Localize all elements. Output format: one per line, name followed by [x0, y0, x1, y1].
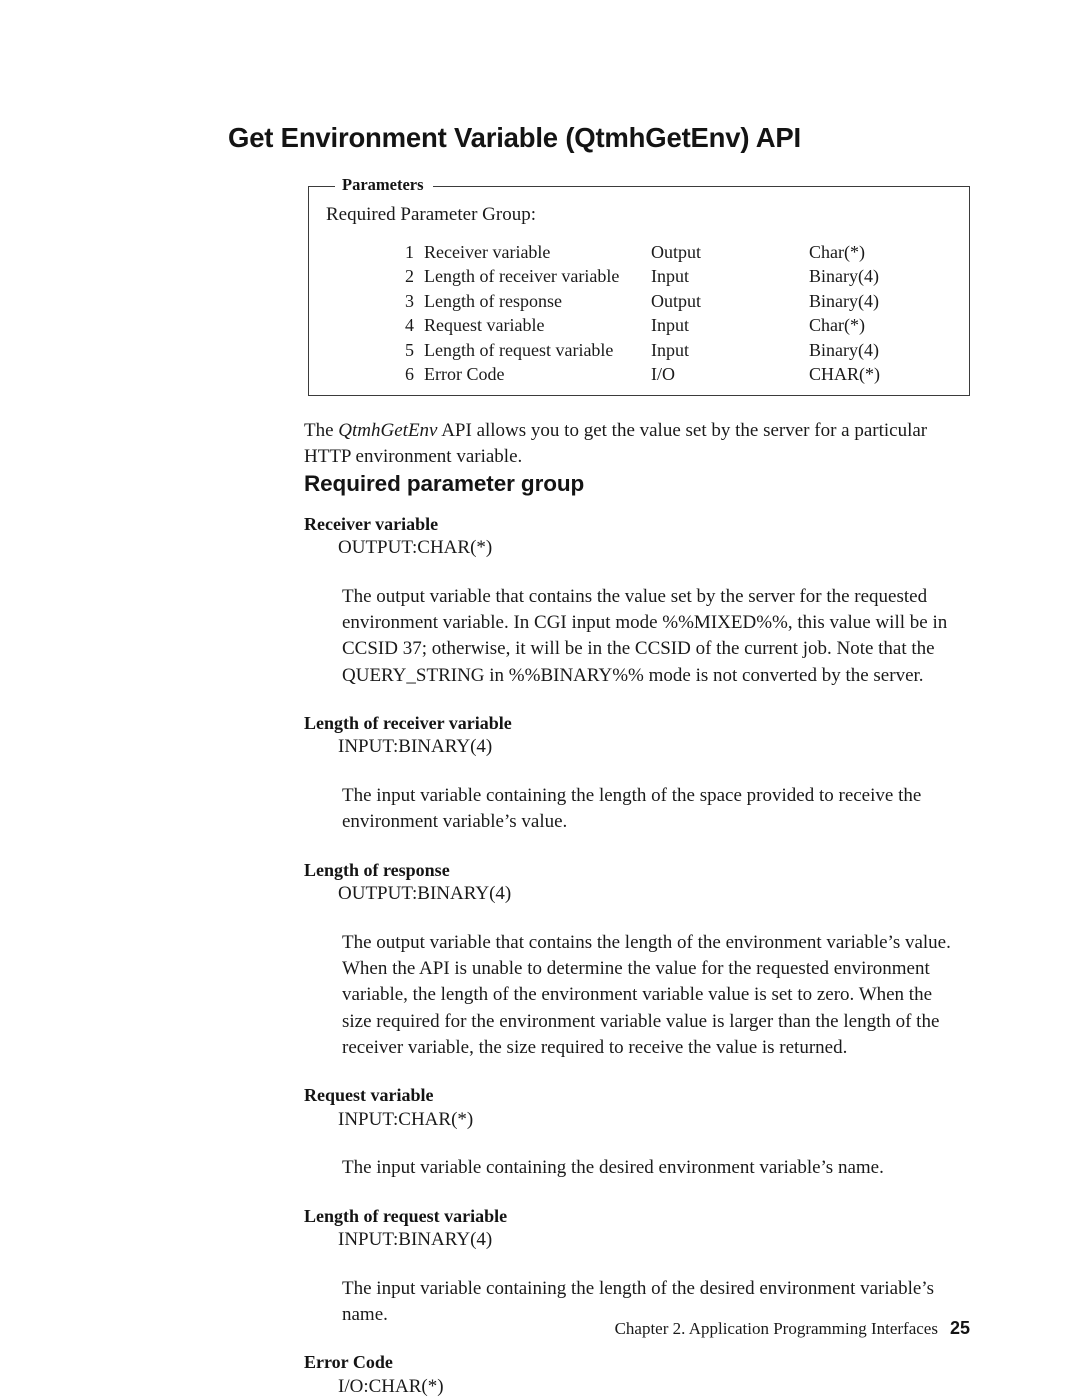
parameter-usage: Output [651, 242, 702, 262]
parameter-usage: Input [651, 266, 689, 287]
parameter-name: Request variable [424, 315, 545, 336]
parameter-type: Binary(4) [809, 290, 879, 311]
section-heading-required-parameter-group: Required parameter group [304, 470, 585, 496]
parameter-index: 1 [405, 242, 414, 262]
parameters-table-row: 6 Error Code I/O CHAR(*) [392, 364, 949, 388]
parameters-box: Parameters Required Parameter Group: 1 Re… [308, 175, 970, 396]
parameters-table-row: 2 Length of receiver variable Input Binary(… [392, 266, 949, 290]
parameter-definition-entry: Error Code I/O:CHAR(*) [304, 1351, 966, 1397]
parameter-term: Length of response [304, 859, 450, 880]
parameter-description: The output variable that contains the va… [342, 585, 948, 686]
parameter-definition-entry: Length of receiver variable INPUT:BINARY(… [304, 712, 966, 836]
parameter-name: Length of receiver variable [424, 266, 620, 287]
required-parameter-group-label: Required Parameter Group: [326, 204, 536, 225]
parameter-definition-entry: Request variable INPUT:CHAR(*) The input v… [304, 1084, 966, 1181]
parameter-type-signature: OUTPUT:BINARY(4) [338, 882, 512, 904]
parameter-index: 3 [405, 290, 414, 311]
parameter-definition-entry: Length of request variable INPUT:BINARY(4… [304, 1205, 966, 1329]
parameter-usage: Output [651, 290, 702, 311]
parameter-name: Length of response [424, 290, 562, 311]
parameter-definition-list: Receiver variable OUTPUT:CHAR(*) The outpu… [304, 513, 966, 1397]
parameter-term: Request variable [304, 1085, 434, 1106]
parameters-table-row: 3 Length of response Output Binary(4) [392, 291, 949, 315]
footer-chapter-label: Chapter 2. Application Programming Inter… [614, 1319, 938, 1338]
parameter-description: The input variable containing the length… [342, 784, 922, 833]
parameter-term: Length of receiver variable [304, 712, 512, 733]
parameter-type: Char(*) [809, 242, 865, 262]
parameters-box-legend: Parameters [335, 175, 433, 195]
parameter-description: The input variable containing the desire… [342, 1157, 884, 1179]
page-title: Get Environment Variable (QtmhGetEnv) AP… [228, 122, 801, 154]
parameter-index: 4 [405, 315, 414, 336]
parameter-term: Length of request variable [304, 1205, 508, 1226]
parameter-term: Receiver variable [304, 513, 439, 534]
parameter-name: Error Code [424, 364, 505, 385]
parameter-usage: Input [651, 315, 689, 336]
parameter-type-signature: INPUT:CHAR(*) [338, 1108, 474, 1130]
parameter-index: 5 [405, 339, 414, 360]
parameter-type-signature: OUTPUT:CHAR(*) [338, 536, 493, 558]
parameter-type-signature: I/O:CHAR(*) [338, 1375, 444, 1397]
parameter-type-signature: INPUT:BINARY(4) [338, 1228, 493, 1250]
parameter-type: Binary(4) [809, 339, 879, 360]
parameter-definition-entry: Length of response OUTPUT:BINARY(4) The ou… [304, 859, 966, 1062]
parameter-type: Char(*) [809, 315, 865, 336]
parameter-name: Length of request variable [424, 339, 614, 360]
parameters-table-row: 5 Length of request variable Input Binary(4… [392, 340, 949, 364]
parameter-definition-entry: Receiver variable OUTPUT:CHAR(*) The outpu… [304, 513, 966, 689]
parameter-index: 2 [405, 266, 414, 287]
parameter-usage: I/O [651, 364, 675, 385]
main-content: The QtmhGetEnv API allows you to get the… [304, 418, 966, 1397]
parameter-description: The output variable that contains the le… [342, 931, 951, 1058]
parameters-table-row: 4 Request variable Input Char(*) [392, 315, 949, 339]
parameters-table-body: 1 Receiver variable Output Char(*) 2 Length o… [392, 242, 949, 389]
parameter-usage: Input [651, 339, 689, 360]
parameter-term: Error Code [304, 1352, 393, 1373]
api-name: QtmhGetEnv [338, 420, 438, 441]
parameter-type: CHAR(*) [809, 364, 880, 385]
parameter-type: Binary(4) [809, 266, 879, 287]
parameter-name: Receiver variable [424, 242, 551, 262]
document-page: Get Environment Variable (QtmhGetEnv) AP… [0, 0, 1080, 1397]
intro-paragraph: The QtmhGetEnv API allows you to get the… [304, 418, 966, 471]
page-footer: Chapter 2. Application Programming Inter… [304, 1318, 970, 1339]
parameters-table-row: 1 Receiver variable Output Char(*) [392, 242, 949, 266]
parameters-table: 1 Receiver variable Output Char(*) 2 Length o… [392, 242, 949, 389]
parameter-index: 6 [405, 364, 414, 385]
footer-page-number: 25 [949, 1318, 970, 1338]
parameter-type-signature: INPUT:BINARY(4) [338, 736, 493, 758]
intro-text-before: The [304, 420, 339, 441]
